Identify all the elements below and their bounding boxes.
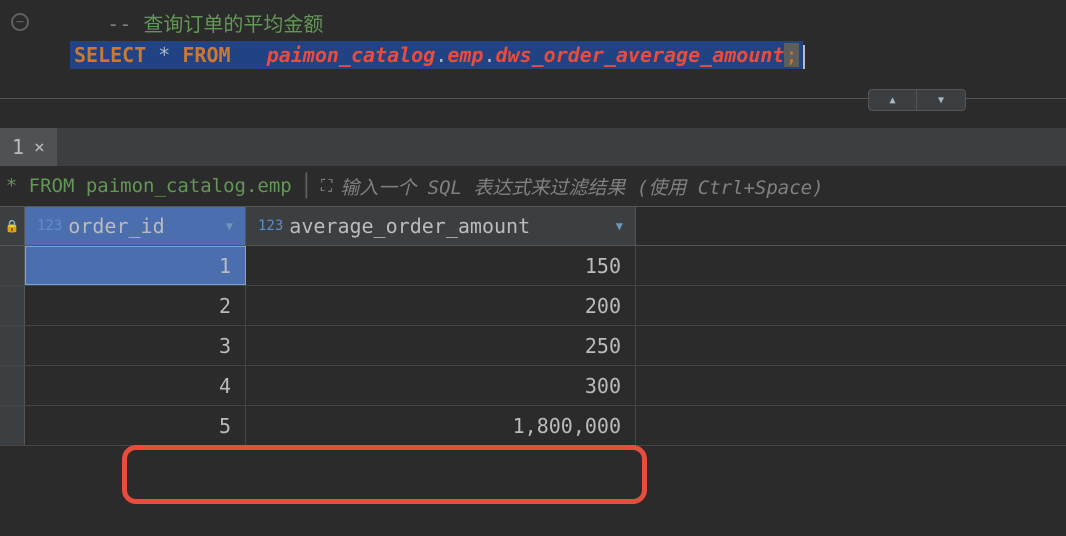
table-row[interactable]: 3 250: [0, 326, 1066, 366]
column-name: average_order_amount: [289, 214, 530, 238]
sql-asterisk: *: [158, 43, 170, 67]
cell-order-id[interactable]: 1: [25, 246, 246, 285]
table-row[interactable]: 2 200: [0, 286, 1066, 326]
results-grid: 🔒 123 order_id ▼ 123 average_order_amoun…: [0, 206, 1066, 446]
cell-average-order-amount[interactable]: 200: [246, 286, 636, 325]
code-line-sql[interactable]: SELECT * FROM paimon_catalog.emp.dws_ord…: [0, 39, 1066, 73]
funnel-icon[interactable]: ▼: [616, 219, 623, 233]
lock-icon: 🔒: [5, 219, 20, 233]
type-badge-numeric: 123: [37, 218, 62, 234]
tab-label: 1: [12, 135, 24, 159]
row-header-lock[interactable]: 🔒: [0, 207, 25, 245]
table-row[interactable]: 4 300: [0, 366, 1066, 406]
nav-down-button[interactable]: ▼: [917, 90, 965, 110]
keyword-select: SELECT: [74, 43, 146, 67]
editor-caret: [803, 45, 805, 69]
comment-text: 查询订单的平均金额: [143, 12, 323, 36]
row-gutter[interactable]: [0, 326, 25, 365]
funnel-icon[interactable]: ▼: [226, 219, 233, 233]
table-row[interactable]: 1 150: [0, 246, 1066, 286]
sql-semicolon: ;: [784, 43, 798, 67]
row-gutter[interactable]: [0, 406, 25, 445]
cell-order-id[interactable]: 5: [25, 406, 246, 445]
comment-dashes: --: [107, 12, 143, 36]
results-tab-bar: 1 ×: [0, 128, 1066, 166]
cell-average-order-amount[interactable]: 300: [246, 366, 636, 405]
annotation-highlight-box: [122, 445, 647, 504]
filter-divider: │: [300, 174, 313, 199]
table-header-row: 🔒 123 order_id ▼ 123 average_order_amoun…: [0, 206, 1066, 246]
cell-order-id[interactable]: 2: [25, 286, 246, 325]
collapse-gutter-icon[interactable]: −: [5, 13, 35, 31]
column-name: order_id: [68, 214, 164, 238]
expand-icon[interactable]: ⛶: [321, 176, 332, 196]
sql-schema: emp: [447, 43, 483, 67]
cell-order-id[interactable]: 3: [25, 326, 246, 365]
query-context-text: ECT * FROM paimon_catalog.emp: [0, 175, 292, 197]
row-gutter[interactable]: [0, 286, 25, 325]
column-header-order-id[interactable]: 123 order_id ▼: [25, 207, 246, 245]
close-icon[interactable]: ×: [34, 137, 45, 158]
result-tab-1[interactable]: 1 ×: [0, 128, 57, 166]
cell-average-order-amount[interactable]: 1,800,000: [246, 406, 636, 445]
column-header-average-order-amount[interactable]: 123 average_order_amount ▼: [246, 207, 636, 245]
nav-up-button[interactable]: ▲: [869, 90, 917, 110]
cell-average-order-amount[interactable]: 150: [246, 246, 636, 285]
sql-editor[interactable]: − -- 查询订单的平均金额 SELECT * FROM paimon_cata…: [0, 0, 1066, 73]
row-gutter[interactable]: [0, 366, 25, 405]
filter-bar: ECT * FROM paimon_catalog.emp │ ⛶ 输入一个 S…: [0, 166, 1066, 206]
cell-average-order-amount[interactable]: 250: [246, 326, 636, 365]
sql-table: dws_order_average_amount: [495, 43, 784, 67]
panel-separator[interactable]: ▲ ▼: [0, 98, 1066, 128]
filter-input[interactable]: 输入一个 SQL 表达式来过滤结果 (使用 Ctrl+Space): [340, 173, 823, 200]
keyword-from: FROM: [182, 43, 230, 67]
sql-catalog: paimon_catalog: [267, 43, 436, 67]
type-badge-numeric: 123: [258, 218, 283, 234]
cell-order-id[interactable]: 4: [25, 366, 246, 405]
row-gutter[interactable]: [0, 246, 25, 285]
code-line-comment[interactable]: − -- 查询订单的平均金额: [0, 5, 1066, 39]
panel-nav-buttons: ▲ ▼: [868, 89, 966, 111]
table-row[interactable]: 5 1,800,000: [0, 406, 1066, 446]
